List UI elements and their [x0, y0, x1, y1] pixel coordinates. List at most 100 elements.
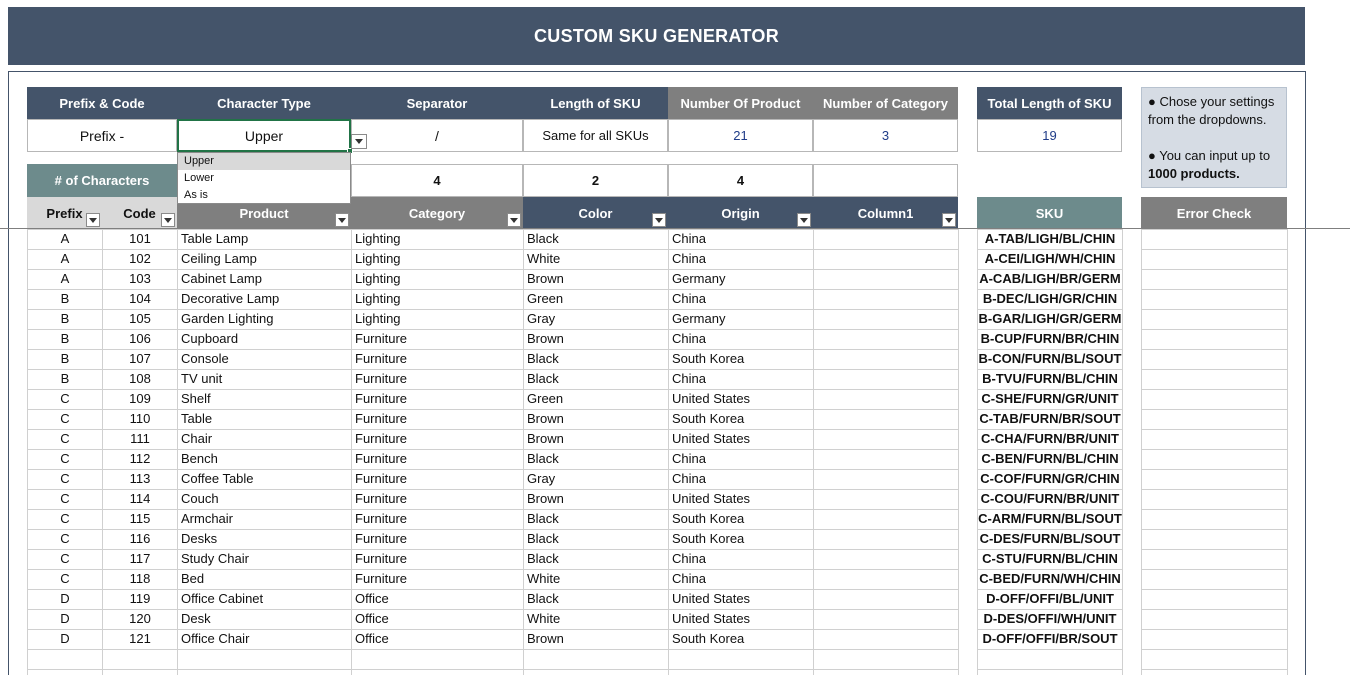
- cell-code[interactable]: 107: [103, 349, 177, 369]
- cell-code[interactable]: 101: [103, 229, 177, 249]
- cell-column1[interactable]: [814, 509, 958, 529]
- cell-category[interactable]: Furniture: [352, 529, 523, 549]
- cell-code[interactable]: 119: [103, 589, 177, 609]
- length-of-sku-value[interactable]: Same for all SKUs: [523, 119, 668, 152]
- cell-column1[interactable]: [814, 489, 958, 509]
- cell-sku[interactable]: B-CUP/FURN/BR/CHIN: [978, 329, 1122, 349]
- cell-origin[interactable]: China: [669, 549, 813, 569]
- filter-origin-button[interactable]: [797, 213, 811, 227]
- cell-category[interactable]: Furniture: [352, 349, 523, 369]
- character-type-options[interactable]: Upper Lower As is: [177, 152, 351, 204]
- cell-code[interactable]: 116: [103, 529, 177, 549]
- cell-product[interactable]: Bench: [178, 449, 351, 469]
- cell-error[interactable]: [1142, 289, 1287, 309]
- cell-code[interactable]: 114: [103, 489, 177, 509]
- cell-sku[interactable]: C-COU/FURN/BR/UNIT: [978, 489, 1122, 509]
- cell-category[interactable]: Lighting: [352, 309, 523, 329]
- cell-origin[interactable]: United States: [669, 489, 813, 509]
- cell-color[interactable]: Black: [524, 509, 668, 529]
- cell-origin[interactable]: South Korea: [669, 629, 813, 649]
- option-upper[interactable]: Upper: [178, 153, 350, 170]
- cell-origin[interactable]: South Korea: [669, 349, 813, 369]
- cell-error[interactable]: [1142, 449, 1287, 469]
- cell-category[interactable]: Furniture: [352, 469, 523, 489]
- cell-column1[interactable]: [814, 609, 958, 629]
- cell-sku[interactable]: C-TAB/FURN/BR/SOUT: [978, 409, 1122, 429]
- cell-origin[interactable]: United States: [669, 589, 813, 609]
- filter-prefix-button[interactable]: [86, 213, 100, 227]
- cell-code[interactable]: 102: [103, 249, 177, 269]
- cell-category[interactable]: Office: [352, 609, 523, 629]
- cell-code[interactable]: 118: [103, 569, 177, 589]
- cell-sku[interactable]: B-DEC/LIGH/GR/CHIN: [978, 289, 1122, 309]
- cell-column1[interactable]: [814, 309, 958, 329]
- cell-product[interactable]: Office Cabinet: [178, 589, 351, 609]
- cell-column1[interactable]: [814, 249, 958, 269]
- cell-sku[interactable]: D-DES/OFFI/WH/UNIT: [978, 609, 1122, 629]
- cell-color[interactable]: Black: [524, 549, 668, 569]
- cell-color[interactable]: Green: [524, 389, 668, 409]
- cell-category[interactable]: Lighting: [352, 229, 523, 249]
- cell-prefix[interactable]: D: [28, 589, 102, 609]
- cell-category[interactable]: Furniture: [352, 569, 523, 589]
- cell-code[interactable]: 109: [103, 389, 177, 409]
- cell-error[interactable]: [1142, 469, 1287, 489]
- cell-sku[interactable]: C-ARM/FURN/BL/SOUT: [978, 509, 1122, 529]
- cell-sku[interactable]: C-STU/FURN/BL/CHIN: [978, 549, 1122, 569]
- cell-error[interactable]: [1142, 429, 1287, 449]
- cell-error[interactable]: [1142, 249, 1287, 269]
- cell-column1[interactable]: [814, 369, 958, 389]
- cell-column1[interactable]: [814, 569, 958, 589]
- cell-error[interactable]: [1142, 329, 1287, 349]
- character-type-select[interactable]: Upper: [177, 119, 353, 154]
- cell-error[interactable]: [1142, 349, 1287, 369]
- cell-product[interactable]: Armchair: [178, 509, 351, 529]
- cell-category[interactable]: Furniture: [352, 489, 523, 509]
- cell-origin[interactable]: United States: [669, 389, 813, 409]
- cell-color[interactable]: Brown: [524, 269, 668, 289]
- cell-origin[interactable]: China: [669, 569, 813, 589]
- cell-color[interactable]: Brown: [524, 489, 668, 509]
- cell-product[interactable]: TV unit: [178, 369, 351, 389]
- cell-prefix[interactable]: B: [28, 349, 102, 369]
- cell-code[interactable]: 111: [103, 429, 177, 449]
- cell-sku[interactable]: D-OFF/OFFI/BL/UNIT: [978, 589, 1122, 609]
- cell-product[interactable]: Couch: [178, 489, 351, 509]
- cell-origin[interactable]: China: [669, 369, 813, 389]
- cell-prefix[interactable]: A: [28, 249, 102, 269]
- cell-error[interactable]: [1142, 389, 1287, 409]
- cell-column1[interactable]: [814, 409, 958, 429]
- cell-category[interactable]: Furniture: [352, 409, 523, 429]
- cell-product[interactable]: Study Chair: [178, 549, 351, 569]
- cell-sku[interactable]: B-GAR/LIGH/GR/GERM: [978, 309, 1122, 329]
- cell-product[interactable]: Coffee Table: [178, 469, 351, 489]
- cell-prefix[interactable]: B: [28, 369, 102, 389]
- cell-prefix[interactable]: A: [28, 269, 102, 289]
- cell-error[interactable]: [1142, 509, 1287, 529]
- cell-prefix[interactable]: C: [28, 449, 102, 469]
- cell-color[interactable]: White: [524, 249, 668, 269]
- cell-prefix[interactable]: C: [28, 489, 102, 509]
- cell-column1[interactable]: [814, 389, 958, 409]
- prefix-code-value[interactable]: Prefix -: [27, 119, 177, 152]
- chars-origin[interactable]: 4: [668, 164, 813, 197]
- cell-product[interactable]: Chair: [178, 429, 351, 449]
- cell-color[interactable]: Brown: [524, 329, 668, 349]
- cell-column1[interactable]: [814, 349, 958, 369]
- cell-origin[interactable]: China: [669, 329, 813, 349]
- cell-color[interactable]: Gray: [524, 469, 668, 489]
- cell-color[interactable]: Brown: [524, 409, 668, 429]
- cell-origin[interactable]: China: [669, 469, 813, 489]
- cell-code[interactable]: 121: [103, 629, 177, 649]
- cell-product[interactable]: Table Lamp: [178, 229, 351, 249]
- cell-sku[interactable]: B-TVU/FURN/BL/CHIN: [978, 369, 1122, 389]
- cell-code[interactable]: 105: [103, 309, 177, 329]
- cell-origin[interactable]: United States: [669, 429, 813, 449]
- cell-code[interactable]: 117: [103, 549, 177, 569]
- cell-error[interactable]: [1142, 409, 1287, 429]
- cell-origin[interactable]: China: [669, 249, 813, 269]
- cell-product[interactable]: Cupboard: [178, 329, 351, 349]
- cell-origin[interactable]: South Korea: [669, 409, 813, 429]
- cell-code[interactable]: 106: [103, 329, 177, 349]
- cell-color[interactable]: White: [524, 609, 668, 629]
